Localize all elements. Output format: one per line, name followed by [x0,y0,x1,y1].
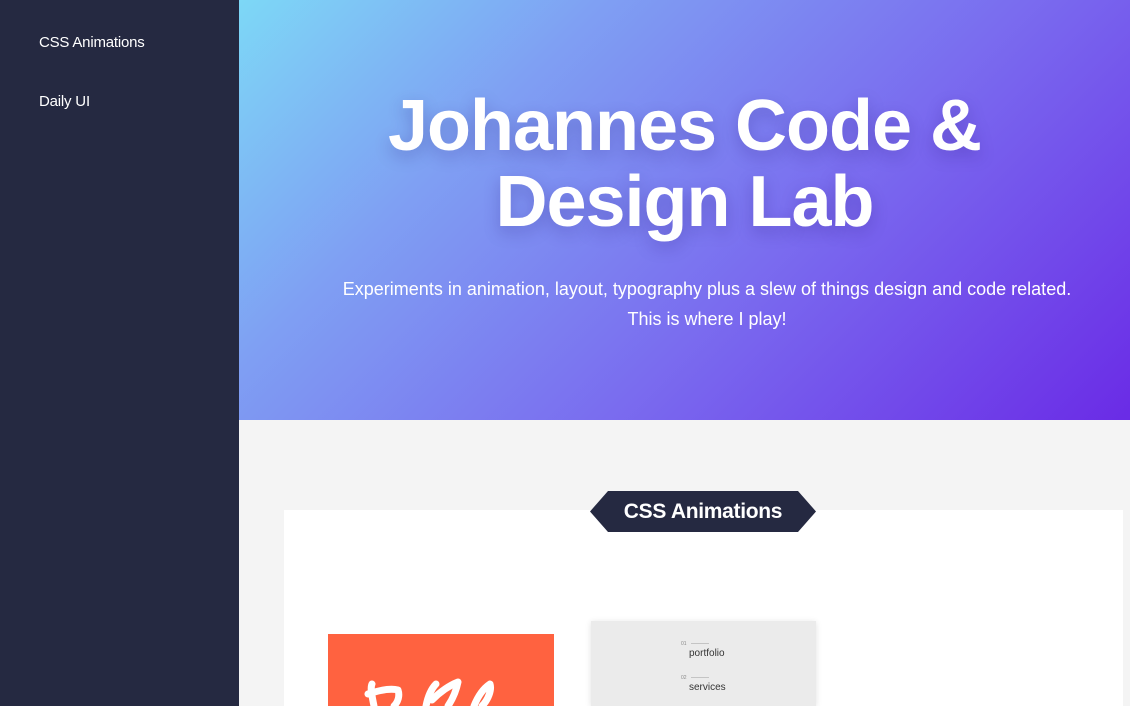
section-heading-ribbon: CSS Animations [590,491,816,532]
sidebar-item-daily-ui[interactable]: Daily UI [39,93,90,110]
hero-subtitle-line-1: Experiments in animation, layout, typogr… [342,279,1072,299]
hero-subtitle-line-2: This is where I play! [627,309,787,329]
section-heading: CSS Animations [623,500,783,523]
sidebar-item-css-animations[interactable]: CSS Animations [39,34,145,51]
menu-item-divider [691,677,709,678]
menu-animation-card[interactable]: 01 portfolio 02 services [591,621,816,706]
menu-item-number: 02 [681,675,687,681]
script-lettering-graphic [364,678,494,706]
hero-subtitle: Experiments in animation, layout, typogr… [329,274,1085,334]
menu-item-label: services [689,682,726,693]
menu-item-divider [691,643,709,644]
sidebar: CSS Animations Daily UI [0,0,239,706]
page-title-line-2: Design Lab [495,162,874,242]
hello-animation-card[interactable] [328,634,554,706]
hero-banner: Johannes Code & Design Lab Experiments i… [239,0,1130,420]
page-title: Johannes Code & Design Lab [239,88,1130,240]
menu-item-label: portfolio [689,648,725,659]
page-title-line-1: Johannes Code & [387,86,982,166]
menu-item-number: 01 [681,641,687,647]
